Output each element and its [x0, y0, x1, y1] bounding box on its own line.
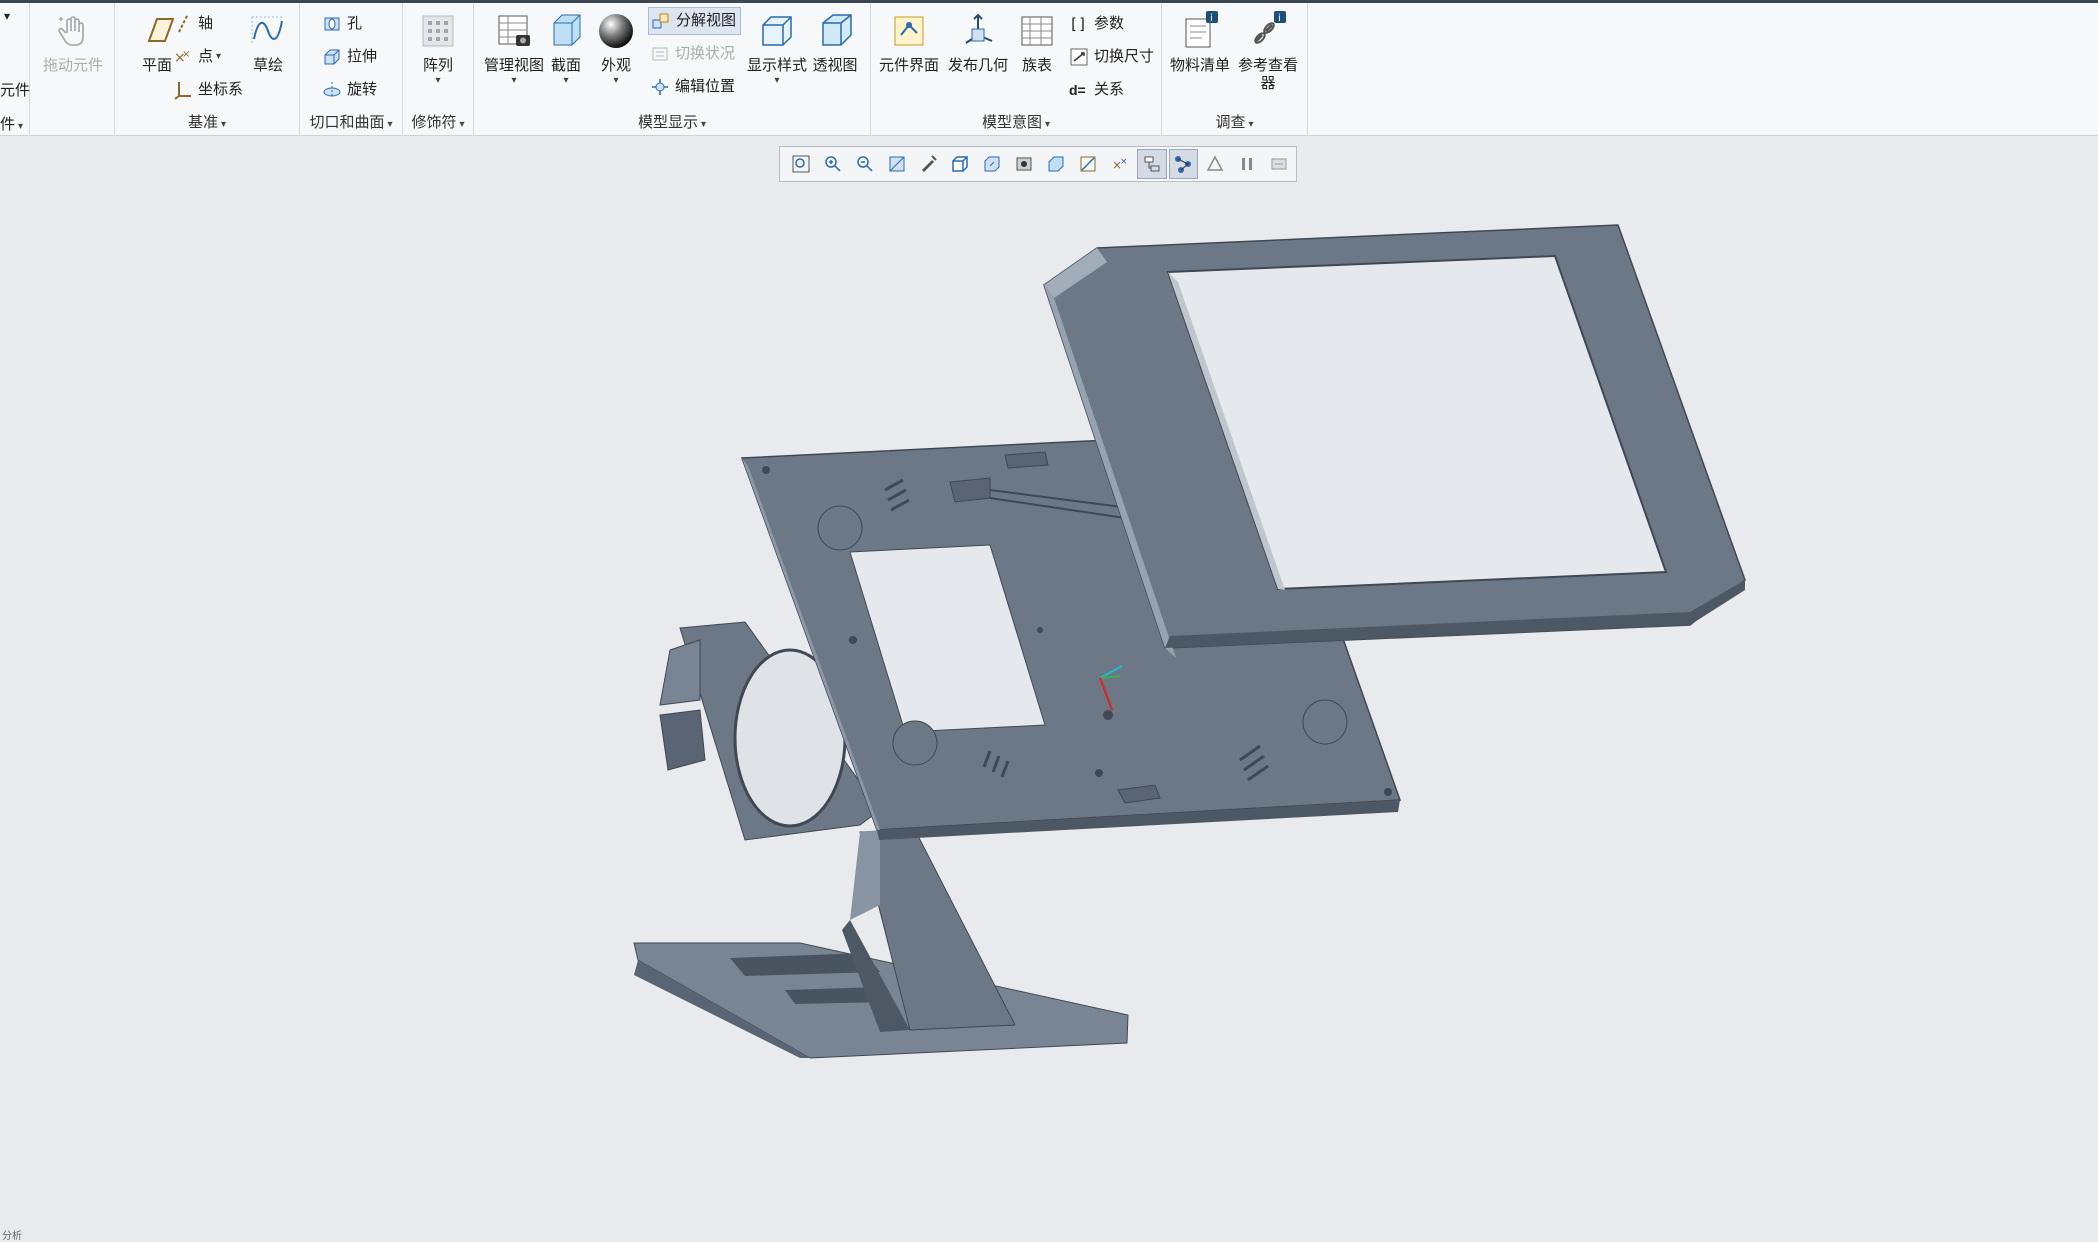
group-datum: 平面 轴 × × 点 ▾ 坐标系 草绘 基准 ▾: [115, 3, 300, 136]
zoom-in-icon[interactable]: [818, 149, 848, 179]
group-label-partial[interactable]: 件 ▾: [0, 113, 23, 134]
group-label-datum[interactable]: 基准 ▾: [115, 111, 299, 132]
relations-icon: d=: [1069, 82, 1086, 98]
manage-views-icon: [498, 15, 530, 46]
reference-viewer-button[interactable]: i 参考查看器: [1232, 11, 1304, 93]
revolve-icon: [323, 82, 341, 97]
components-label[interactable]: 元件: [0, 79, 30, 100]
svg-text:i: i: [1278, 13, 1281, 24]
group-label-cut-surface[interactable]: 切口和曲面 ▾: [300, 111, 402, 132]
toggle-status-icon: [652, 47, 668, 61]
chevron-down-icon: ▾: [774, 75, 780, 86]
spin-center-icon[interactable]: [914, 149, 944, 179]
hand-drag-icon: [58, 16, 84, 46]
section-icon[interactable]: [1200, 149, 1230, 179]
axis-icon: [178, 15, 188, 33]
bill-of-materials-icon: i: [1185, 11, 1218, 48]
exploded-view-button[interactable]: 分解视图: [648, 7, 742, 35]
display-style-icon[interactable]: [1009, 149, 1039, 179]
chevron-down-icon: ▾: [435, 75, 441, 86]
chevron-down-icon: ▾: [613, 75, 619, 86]
svg-text:i: i: [1210, 13, 1213, 24]
component-interface-button[interactable]: 元件界面: [874, 11, 944, 75]
extrude-button[interactable]: 拉伸: [322, 43, 377, 71]
group-investigate: i 物料清单 i 参考查看器 调查 ▾: [1162, 3, 1308, 136]
group-cut-surface: 孔 拉伸 旋转 切口和曲面 ▾: [300, 3, 403, 136]
point-button[interactable]: × × 点 ▾: [173, 43, 221, 71]
group-label-investigate[interactable]: 调查 ▾: [1162, 111, 1307, 132]
family-table-button[interactable]: 族表: [1007, 11, 1067, 75]
appearance-gallery-icon[interactable]: [1041, 149, 1071, 179]
family-table-icon: [1021, 16, 1053, 46]
edit-position-icon: [652, 79, 668, 95]
status-corner-text: 分析: [2, 1231, 22, 1242]
display-style-button[interactable]: 显示样式 ▾: [742, 11, 812, 87]
exploded-view-icon: [652, 13, 669, 29]
sketch-button[interactable]: 草绘: [238, 11, 298, 75]
reference-chain-icon: i: [1254, 11, 1286, 44]
publish-geometry-icon: [965, 13, 993, 44]
zoom-out-icon[interactable]: [850, 149, 880, 179]
display-style-cube-icon: [762, 16, 792, 46]
publish-geometry-button[interactable]: 发布几何: [943, 11, 1013, 75]
coordinate-system-icon: [174, 82, 191, 100]
hole-icon: [324, 17, 340, 31]
sketch-icon: [251, 16, 284, 45]
group-model-intent: 元件界面 发布几何 族表 [] 参数 切换尺寸 d= 关系 模型意图 ▾: [871, 3, 1162, 136]
chevron-down-icon: ▾: [216, 51, 222, 62]
group-modifier: 阵列 ▾ 修饰符 ▾: [403, 3, 474, 136]
hole-button[interactable]: 孔: [322, 10, 362, 38]
view-toolbar: × ×: [779, 146, 1297, 182]
group-label-modifier[interactable]: 修饰符 ▾: [403, 111, 473, 132]
revolve-button[interactable]: 旋转: [322, 76, 377, 104]
bom-button[interactable]: i 物料清单: [1164, 11, 1236, 75]
axis-button[interactable]: 轴: [173, 10, 213, 38]
pause-icon[interactable]: [1232, 149, 1262, 179]
group-operations: 拖动元件: [30, 3, 115, 136]
switch-dimensions-icon: [1070, 48, 1088, 66]
plane-icon: [147, 18, 175, 42]
refit-icon[interactable]: [786, 149, 816, 179]
appearance-button[interactable]: 外观 ▾: [586, 11, 646, 87]
perspective-button[interactable]: 透视图: [804, 11, 866, 75]
group-label-model-display[interactable]: 模型显示 ▾: [474, 111, 870, 132]
dropdown-arrow[interactable]: ▾: [4, 9, 10, 23]
pattern-button[interactable]: 阵列 ▾: [403, 11, 473, 87]
explode-icon[interactable]: [1168, 149, 1199, 179]
edit-position-button[interactable]: 编辑位置: [650, 73, 735, 101]
point-icon: ××: [174, 49, 190, 66]
annotation-display-icon[interactable]: × ×: [1105, 149, 1135, 179]
group-label-model-intent[interactable]: 模型意图 ▾: [871, 111, 1161, 132]
brackets-icon: []: [1069, 15, 1088, 33]
display-frame: [1043, 224, 1746, 658]
extrude-icon: [324, 49, 340, 65]
section-icon: [553, 14, 581, 46]
pattern-icon: [422, 15, 454, 47]
show-tree-icon[interactable]: [1136, 149, 1167, 179]
switch-dimensions-button[interactable]: 切换尺寸: [1069, 43, 1154, 71]
parameters-button[interactable]: [] 参数: [1069, 10, 1124, 38]
named-views-icon[interactable]: [977, 149, 1007, 179]
group-components-partial: ▾ 元件 件 ▾: [0, 3, 30, 136]
repaint-icon[interactable]: [882, 149, 912, 179]
relations-button[interactable]: d= 关系: [1069, 76, 1124, 104]
ribbon: ▾ 元件 件 ▾ 拖动元件 平面 轴 × × 点 ▾ 坐标系 草绘 基准 ▾ 孔…: [0, 3, 2098, 136]
group-model-display: 管理视图 ▾ 截面 ▾ 外观 ▾ 分解视图 切换状况 编辑位置 显示样式 ▾ 透…: [474, 3, 871, 136]
csys-button[interactable]: 坐标系: [173, 76, 243, 104]
svg-text:×: ×: [1120, 157, 1128, 167]
assembly-model: [633, 224, 1746, 1059]
toggle-icon[interactable]: [1264, 149, 1294, 179]
drag-component-button[interactable]: 拖动元件: [38, 11, 108, 75]
toggle-status-button[interactable]: 切换状况: [650, 40, 735, 68]
component-interface-icon: [894, 16, 924, 46]
perspective-icon: [822, 14, 852, 46]
svg-text:×: ×: [182, 49, 190, 60]
graphics-viewport[interactable]: 分析: [0, 137, 2098, 1242]
saved-orientations-icon[interactable]: [945, 149, 975, 179]
sphere-appearance-icon: [599, 14, 633, 48]
datum-display-icon[interactable]: [1073, 149, 1103, 179]
